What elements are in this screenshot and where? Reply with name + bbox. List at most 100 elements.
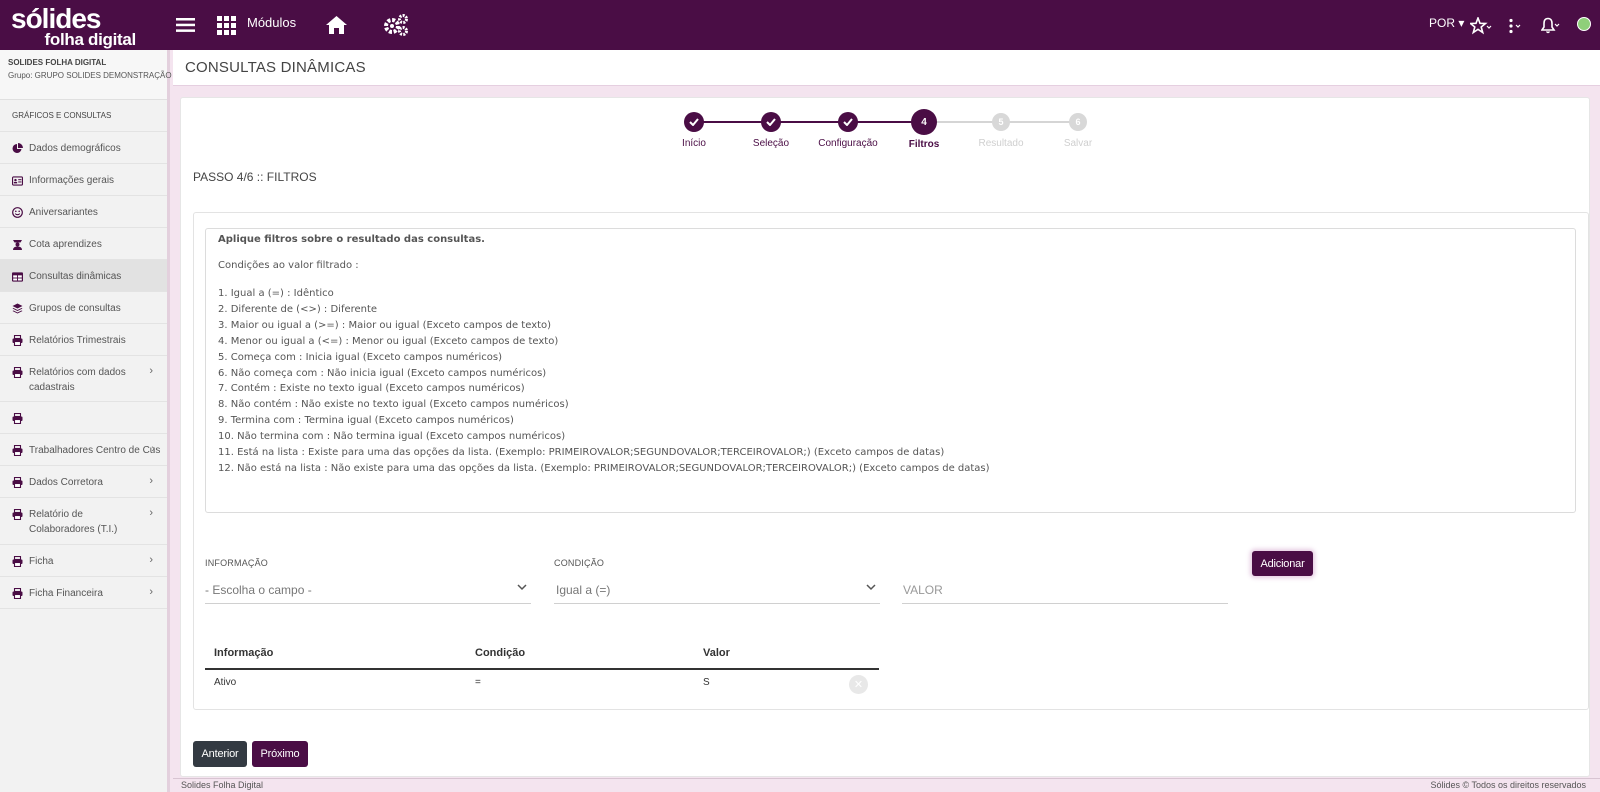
org-name: SOLIDES FOLHA DIGITAL [8,58,107,67]
sidebar-item-label: Trabalhadores Centro de Custo [29,445,160,456]
sidebar-item-informacoes-gerais[interactable]: Informações gerais [0,164,167,196]
close-icon: ✕ [853,679,864,691]
step-label: Salvar [1063,138,1093,149]
help-box: Aplique filtros sobre o resultado das co… [205,228,1576,513]
step-number: 6 [1069,113,1087,131]
sidebar-item-label: Cota aprendizes [29,239,102,250]
sidebar-item-label: Relatório de Colaboradores (T.I.) [29,509,118,535]
info-select-value: - Escolha o campo - [205,583,312,597]
next-button[interactable]: Próximo [252,741,308,767]
modules-grid-icon[interactable] [217,13,236,37]
more-options-icon[interactable] [1508,14,1522,38]
step-title: PASSO 4/6 :: FILTROS [193,170,317,184]
notifications-bell-icon[interactable] [1541,14,1561,38]
favorites-star-icon[interactable] [1470,14,1492,38]
modules-link[interactable]: Módulos [247,15,296,30]
sidebar-item-label: Relatórios com dados cadastrais [12,356,160,395]
info-select[interactable]: - Escolha o campo - [205,578,531,604]
help-line: 4. Menor ou igual a (<=) : Menor ou igua… [218,335,559,347]
settings-gears-icon[interactable] [383,13,409,37]
sidebar-item-relatorios-trimestrais[interactable]: Relatórios Trimestrais [0,324,167,356]
help-line: 8. Não contém : Não existe no texto igua… [218,399,569,411]
graduation-icon [12,239,23,250]
chevron-down-icon [517,580,527,594]
column-header-informacao: Informação [214,647,274,659]
sidebar-item-label: Aniversariantes [29,207,98,218]
step-resultado: 5 Resultado [971,113,1031,149]
help-line: 10. Não termina com : Não termina igual … [218,431,566,443]
id-card-icon [12,175,23,186]
sidebar-item-label: Ficha [29,556,54,567]
logo-sub-text: folha digital [44,30,137,49]
sidebar-item-print[interactable] [0,402,167,434]
help-line: 11. Está na lista : Existe para uma das … [218,447,945,459]
logo[interactable]: sólides folha digital [11,4,137,49]
table-row: Ativo = S [205,670,879,698]
user-avatar[interactable] [1577,17,1591,31]
sidebar-item-label: Grupos de consultas [29,303,121,314]
language-label: POR [1429,16,1456,30]
previous-button[interactable]: Anterior [193,741,247,767]
help-line: 7. Contém : Existe no texto igual (Excet… [218,383,525,395]
step-label: Resultado [978,138,1024,149]
cell-valor: S [703,677,710,688]
step-inicio: Início [664,112,724,149]
sidebar-item-cota-aprendizes[interactable]: Cota aprendizes [0,228,167,260]
print-icon [12,588,23,599]
sidebar-item-consultas-dinamicas[interactable]: Consultas dinâmicas [0,260,167,292]
sidebar-item-relatorio-colaboradores[interactable]: Relatório de Colaboradores (T.I.) › [0,498,167,545]
value-input[interactable]: VALOR [902,578,1228,604]
chevron-right-icon: › [151,443,155,455]
sidebar-item-aniversariantes[interactable]: Aniversariantes [0,196,167,228]
print-icon [12,367,23,378]
sidebar-item-trabalhadores-centro-custo[interactable]: Trabalhadores Centro de Custo › [0,434,167,466]
remove-filter-button[interactable]: ✕ [849,675,868,694]
step-salvar: 6 Salvar [1048,113,1108,149]
menu-hamburger-icon[interactable] [176,13,195,37]
pie-chart-icon [12,143,23,154]
step-number: 5 [992,113,1010,131]
sidebar-item-relatorios-dados-cadastrais[interactable]: Relatórios com dados cadastrais › [0,356,167,402]
sidebar-item-label: Ficha Financeira [29,588,103,599]
step-number: 4 [911,109,937,135]
add-filter-button[interactable]: Adicionar [1252,551,1313,576]
home-icon[interactable] [325,13,348,37]
main-header: CONSULTAS DINÂMICAS [173,50,1600,86]
sidebar-item-label: Dados demográficos [29,143,121,154]
condition-select-value: Igual a (=) [556,583,611,597]
sidebar-item-grupos-de-consultas[interactable]: Grupos de consultas [0,292,167,324]
sidebar-item-dados-corretora[interactable]: Dados Corretora › [0,466,167,498]
sidebar-item-label: Consultas dinâmicas [29,271,122,282]
top-bar: sólides folha digital Módulos POR ▾ [0,0,1600,50]
column-header-condicao: Condição [475,647,526,659]
language-selector[interactable]: POR ▾ [1429,16,1464,30]
sidebar-item-label: Relatórios Trimestrais [29,335,126,346]
sidebar-item-label-text: Relatórios com dados cadastrais [29,367,126,393]
sidebar-item-ficha-financeira[interactable]: Ficha Financeira › [0,577,167,609]
sidebar-item-label [12,402,160,411]
print-icon [12,445,23,456]
print-icon [12,335,23,346]
sidebar-item-dados-demograficos[interactable]: Dados demográficos [0,132,167,164]
filters-table-header: Informação Condição Valor [205,640,879,670]
chevron-right-icon: › [149,554,153,566]
print-icon [12,556,23,567]
chevron-right-icon: › [149,507,153,519]
info-field-label: INFORMAÇÃO [205,558,269,568]
condition-select[interactable]: Igual a (=) [554,578,880,604]
help-line: 5. Começa com : Inicia igual (Exceto cam… [218,351,503,363]
help-line: 2. Diferente de (<>) : Diferente [218,303,378,315]
check-icon [684,112,704,132]
table-icon [12,271,23,282]
footer: Solides Folha Digital Sólides © Todos os… [173,778,1600,792]
help-line: 6. Não começa com : Não inicia igual (Ex… [218,367,547,379]
smile-icon [12,207,23,218]
step-label: Configuração [818,138,878,149]
print-icon [12,477,23,488]
step-label: Seleção [752,138,790,149]
sidebar: SOLIDES FOLHA DIGITAL Grupo: GRUPO SOLID… [0,50,172,792]
sidebar-item-ficha[interactable]: Ficha › [0,545,167,577]
check-icon [761,112,781,132]
help-conditions-label: Condições ao valor filtrado : [218,260,359,271]
help-line: 3. Maior ou igual a (>=) : Maior ou igua… [218,319,552,331]
